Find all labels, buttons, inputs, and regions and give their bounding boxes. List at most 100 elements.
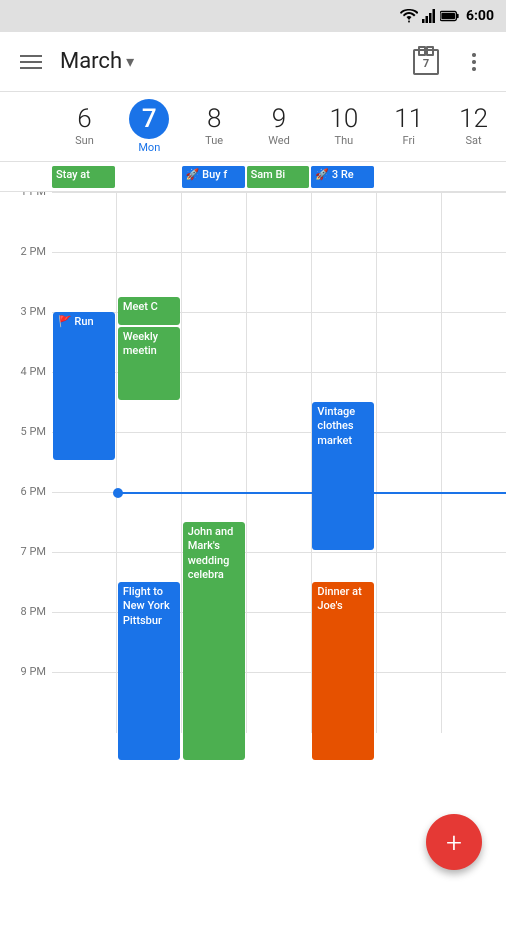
day-cell [441, 313, 506, 373]
day-number: 8 [207, 106, 221, 132]
fab-plus-icon: + [446, 826, 462, 859]
allday-strip: Stay at 🚀 Buy fSam Bi🚀 3 Re [0, 162, 506, 192]
calendar-today-button[interactable]: 7 [406, 42, 446, 82]
day-number: 9 [272, 106, 286, 132]
day-cell [116, 433, 181, 493]
menu-button[interactable] [12, 47, 50, 77]
day-label: Fri [403, 134, 415, 147]
day-label: Wed [268, 134, 290, 147]
time-slot: 3 PM [0, 305, 52, 365]
day-cell [441, 613, 506, 673]
allday-event-🚀3re[interactable]: 🚀 3 Re [311, 166, 374, 188]
day-header-fri[interactable]: 11 Fri [376, 92, 441, 161]
day-cell [441, 493, 506, 553]
allday-gutter [0, 162, 52, 191]
day-label: Sun [75, 134, 94, 147]
day-header-mon[interactable]: 7Mon [117, 92, 182, 161]
hour-line [52, 192, 506, 252]
day-cell [52, 193, 116, 253]
day-cell [246, 433, 311, 493]
dropdown-arrow-icon: ▾ [126, 52, 134, 71]
day-number: 10 [329, 106, 358, 132]
day-header-wed[interactable]: 9 Wed [247, 92, 312, 161]
allday-event-sambi[interactable]: Sam Bi [247, 166, 310, 188]
status-time: 6:00 [466, 8, 494, 24]
day-number: 11 [394, 106, 423, 132]
allday-event-🚀buyf[interactable]: 🚀 Buy f [182, 166, 245, 188]
allday-event-stayat[interactable]: Stay at [52, 166, 115, 188]
day-number: 7 [129, 99, 169, 139]
event-meetc[interactable]: Meet C [118, 297, 180, 325]
time-gutter-header [0, 92, 52, 161]
header-title[interactable]: March ▾ [60, 49, 396, 74]
day-cell [246, 673, 311, 733]
hour-line [52, 492, 506, 552]
event-weekly[interactable]: Weekly meetin [118, 327, 180, 400]
day-cell [441, 553, 506, 613]
day-header-sat[interactable]: 12 Sat [441, 92, 506, 161]
wifi-icon [400, 9, 418, 23]
time-slot: 1 PM [0, 192, 52, 245]
day-header-sun[interactable]: 6 Sun [52, 92, 117, 161]
day-cell [116, 193, 181, 253]
day-cell [181, 253, 246, 313]
status-bar: 6:00 [0, 0, 506, 32]
day-cell [52, 553, 116, 613]
event-john[interactable]: John and Mark's wedding celebra [183, 522, 245, 760]
day-cell [441, 673, 506, 733]
time-slot: 6 PM [0, 485, 52, 545]
day-cell [52, 253, 116, 313]
time-slot: 5 PM [0, 425, 52, 485]
time-slot: 7 PM [0, 545, 52, 605]
time-slot: 2 PM [0, 245, 52, 305]
day-cell [246, 193, 311, 253]
day-cell [246, 313, 311, 373]
time-slot: 4 PM [0, 365, 52, 425]
day-cell [376, 613, 441, 673]
day-cell [246, 493, 311, 553]
event-vintage[interactable]: Vintage clothes market [312, 402, 374, 550]
day-cell [52, 613, 116, 673]
app-header: March ▾ 7 [0, 32, 506, 92]
day-cell [181, 433, 246, 493]
day-cell [181, 193, 246, 253]
allday-events-row: Stay at 🚀 Buy fSam Bi🚀 3 Re [52, 162, 506, 191]
day-cell [52, 493, 116, 553]
more-options-button[interactable] [454, 42, 494, 82]
time-slot: 8 PM [0, 605, 52, 665]
days-area: 🚩 RunMeet CWeekly meetin Vintage clothes … [52, 192, 506, 732]
day-headers: 6 Sun 7Mon8Tue 9 Wed 10 Thu 11 Fri 12 Sat [52, 92, 506, 161]
day-cell [311, 313, 376, 373]
day-cell [311, 193, 376, 253]
status-icons [400, 9, 460, 23]
day-number: 6 [77, 106, 91, 132]
day-header-row: 6 Sun 7Mon8Tue 9 Wed 10 Thu 11 Fri 12 Sat [0, 92, 506, 162]
day-cell [376, 493, 441, 553]
day-cell [246, 613, 311, 673]
day-cell [376, 373, 441, 433]
day-header-tue[interactable]: 8Tue [182, 92, 247, 161]
day-number: 12 [459, 106, 488, 132]
day-cell [181, 313, 246, 373]
event-dinner[interactable]: Dinner at Joe's [312, 582, 374, 760]
day-cell [246, 253, 311, 313]
month-label: March [60, 49, 122, 74]
grid-inner: 1 PM2 PM3 PM4 PM5 PM6 PM7 PM8 PM9 PM 🚩 R… [0, 192, 506, 732]
battery-icon [440, 10, 460, 22]
day-label: Sat [466, 134, 482, 147]
time-slot: 9 PM [0, 665, 52, 725]
signal-icon [422, 9, 436, 23]
calendar-day-number: 7 [423, 57, 429, 70]
event-run[interactable]: 🚩 Run [53, 312, 115, 460]
hour-line [52, 432, 506, 492]
calendar-grid[interactable]: 1 PM2 PM3 PM4 PM5 PM6 PM7 PM8 PM9 PM 🚩 R… [0, 192, 506, 930]
create-event-fab[interactable]: + [426, 814, 482, 870]
day-cell [52, 673, 116, 733]
day-cell [376, 313, 441, 373]
three-dots-icon [472, 53, 476, 71]
event-flight[interactable]: Flight to New York Pittsbur [118, 582, 180, 760]
day-header-thu[interactable]: 10 Thu [311, 92, 376, 161]
day-cell [376, 673, 441, 733]
day-cell [311, 253, 376, 313]
day-label: Thu [335, 134, 354, 147]
